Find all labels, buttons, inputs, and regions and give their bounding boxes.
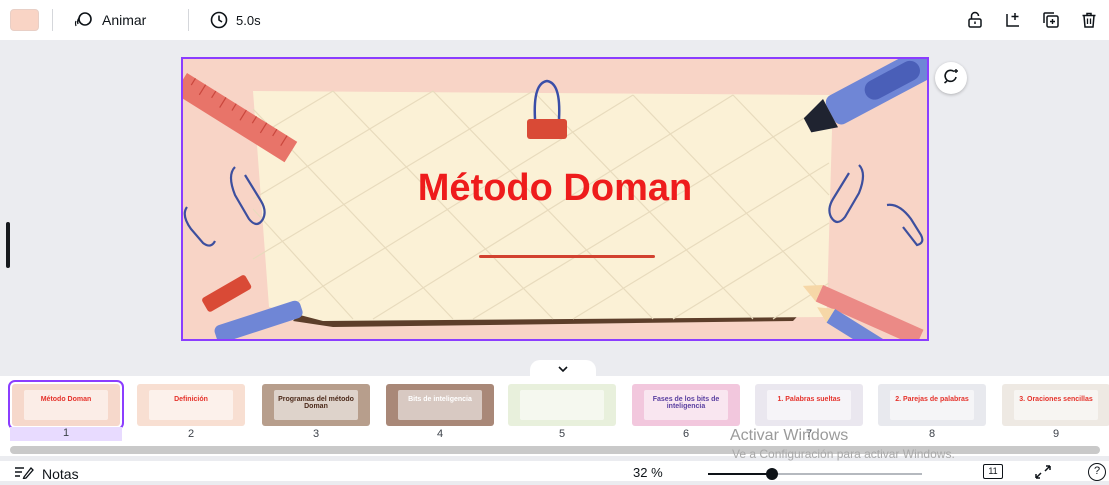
fullscreen-icon[interactable] (1034, 464, 1052, 485)
animate-icon (74, 11, 94, 29)
duration-label: 5.0s (236, 12, 261, 28)
notes-button[interactable]: Notas (14, 465, 79, 482)
page-number: 4 (436, 428, 444, 440)
page-number: 9 (1052, 428, 1060, 440)
page-number: 5 (558, 428, 566, 440)
thumbnail-title: 3. Oraciones sencillas (1019, 396, 1093, 403)
thumbnail-preview (149, 390, 233, 420)
windows-activation-title: Activar Windows (730, 427, 849, 444)
thumbnail-title: Método Doman (40, 396, 92, 403)
zoom-slider-handle[interactable] (765, 468, 778, 480)
page-thumbnail[interactable]: 2. Parejas de palabras (878, 384, 986, 426)
thumbnail-preview (520, 390, 604, 420)
page-number: 1 (10, 427, 122, 441)
page-number: 8 (928, 428, 936, 440)
animate-button[interactable]: Animar (74, 8, 146, 32)
magic-regenerate-button[interactable] (935, 62, 967, 94)
top-toolbar: Animar 5.0s (0, 0, 1109, 40)
page-number: 3 (312, 428, 320, 440)
side-panel-handle[interactable] (6, 222, 10, 268)
toolbar-divider (188, 9, 189, 31)
thumbnail-title: Programas del método Doman (278, 396, 354, 410)
chevron-down-icon (558, 362, 568, 376)
duplicate-page-icon[interactable] (1039, 8, 1063, 32)
thumbnail-title: Fases de los bits de inteligencia (652, 396, 720, 410)
animate-label: Animar (102, 12, 147, 28)
help-icon[interactable]: ? (1088, 463, 1106, 481)
toolbar-divider (52, 9, 53, 31)
page-thumbnail[interactable] (508, 384, 616, 426)
page-thumbnail[interactable]: Método Doman (8, 380, 124, 430)
windows-activation-subtitle: Ve a Configuración para activar Windows. (732, 447, 955, 461)
page-thumbnails-strip: Método Doman 1 Definición 2 Programas del mé… (0, 376, 1109, 456)
refresh-sparkle-icon (942, 67, 960, 90)
slide-title-underline (479, 255, 655, 258)
background-color-swatch[interactable] (10, 9, 39, 31)
slide-canvas[interactable]: Método Doman (181, 57, 929, 341)
zoom-level[interactable]: 32 % (633, 465, 663, 480)
page-count-button[interactable]: 11 (983, 464, 1003, 479)
zoom-slider-fill (708, 473, 772, 475)
thumbnail-title: 1. Palabras sueltas (777, 396, 841, 403)
clock-icon (210, 11, 228, 29)
page-number: 2 (187, 428, 195, 440)
thumbnail-title: 2. Parejas de palabras (895, 396, 969, 403)
page-thumbnail[interactable]: Bits de inteligencia (386, 384, 494, 426)
page-thumbnail[interactable]: Programas del método Doman (262, 384, 370, 426)
thumbnail-preview (398, 390, 482, 420)
notes-icon (14, 465, 34, 482)
thumbnail-preview (1014, 390, 1098, 420)
thumbnail-preview (890, 390, 974, 420)
page-thumbnail[interactable]: Definición (137, 384, 245, 426)
lock-icon[interactable] (963, 8, 987, 32)
bottom-bar (0, 461, 1109, 481)
thumbnail-preview (24, 390, 108, 420)
page-thumbnail[interactable]: 3. Oraciones sencillas (1002, 384, 1109, 426)
trash-icon[interactable] (1077, 8, 1101, 32)
add-page-icon[interactable] (1001, 8, 1025, 32)
thumbnail-title: Bits de inteligencia (408, 396, 472, 403)
thumbnail-title: Definición (174, 396, 208, 403)
thumbnail-preview (767, 390, 851, 420)
notes-label: Notas (42, 465, 79, 482)
duration-button[interactable]: 5.0s (210, 8, 261, 32)
page-number: 6 (682, 428, 690, 440)
slide-title[interactable]: Método Doman (183, 167, 927, 210)
page-actions (963, 8, 1101, 32)
page-thumbnail[interactable]: Fases de los bits de inteligencia (632, 384, 740, 426)
page-thumbnail[interactable]: 1. Palabras sueltas (755, 384, 863, 426)
